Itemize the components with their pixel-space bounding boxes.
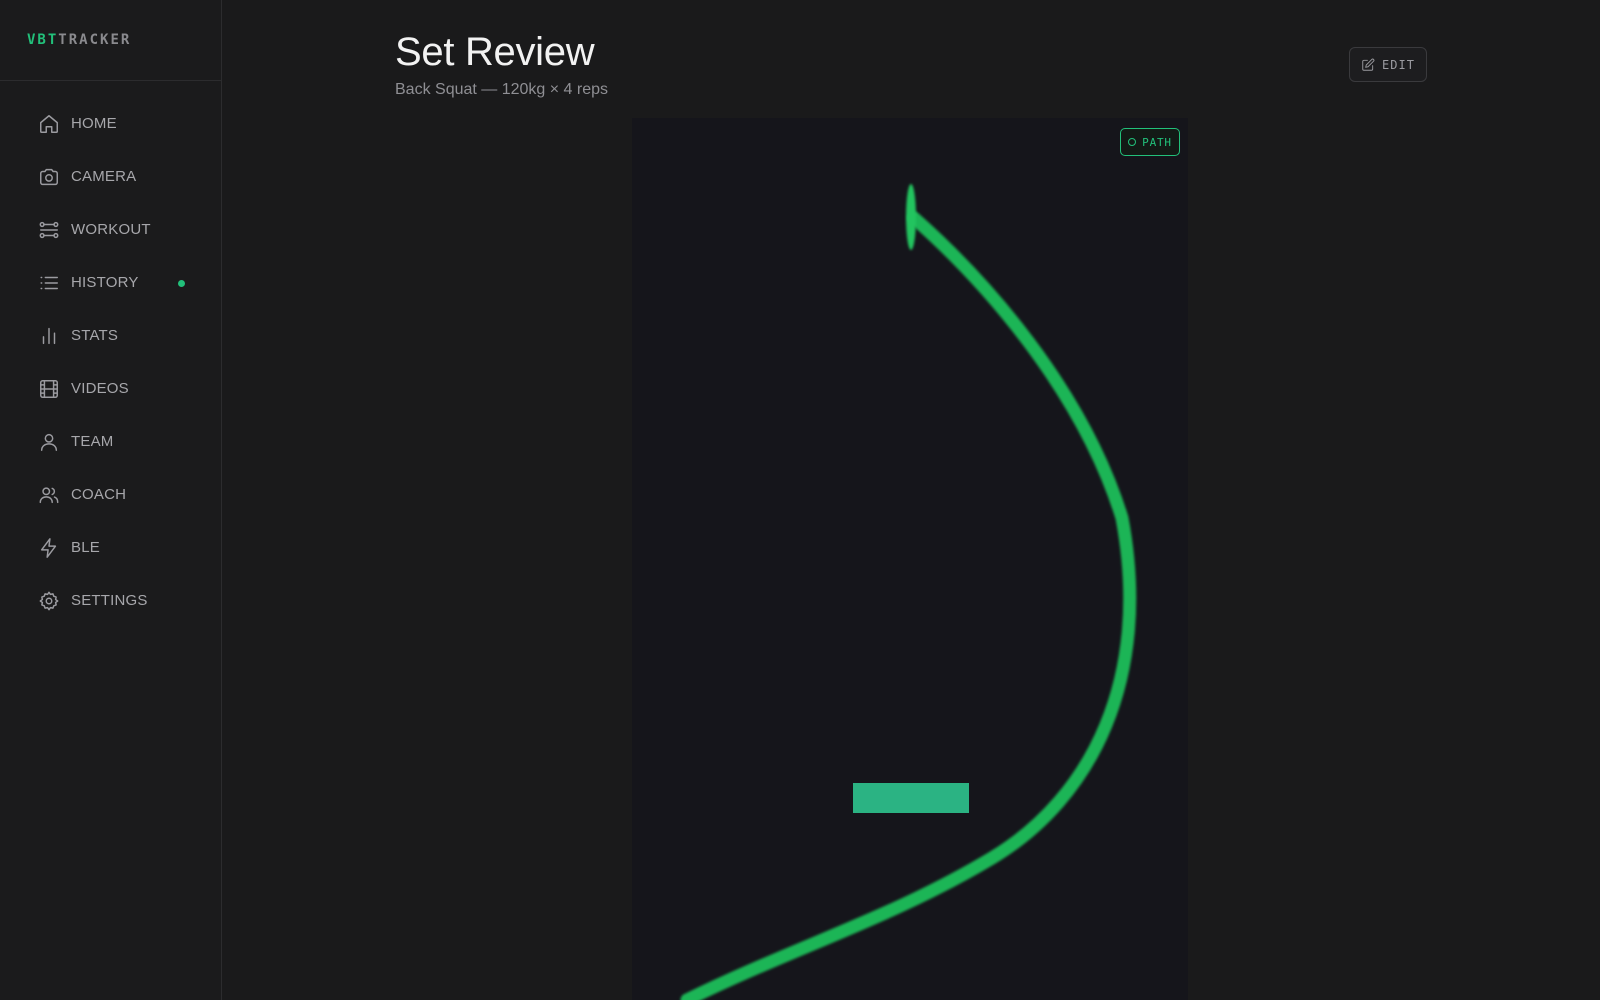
bar-path-viewer[interactable]	[632, 118, 1188, 1000]
edit-icon	[1362, 58, 1375, 71]
bar-path-start-marker	[906, 184, 916, 250]
sidebar-item-videos[interactable]: VIDEOS	[0, 362, 221, 415]
sidebar-nav: HOME CAMERA WORKOUT HISTORY STATS VIDEOS…	[0, 81, 221, 627]
page-title: Set Review	[395, 30, 595, 74]
user-icon	[37, 430, 61, 454]
sidebar-item-label: VIDEOS	[71, 380, 129, 397]
bar-path-trail	[680, 211, 1137, 1000]
users-icon	[37, 483, 61, 507]
sidebar-item-label: STATS	[71, 327, 119, 344]
barbell-marker	[853, 783, 969, 813]
sidebar-item-workout[interactable]: WORKOUT	[0, 203, 221, 256]
edit-button[interactable]: EDIT	[1349, 47, 1427, 82]
circle-icon	[1128, 138, 1137, 146]
sidebar-item-label: SETTINGS	[71, 592, 148, 609]
bar-path-plot	[680, 184, 1137, 1000]
bar-chart-icon	[37, 324, 61, 348]
sidebar-item-camera[interactable]: CAMERA	[0, 150, 221, 203]
edit-button-label: EDIT	[1382, 57, 1415, 72]
sidebar-item-label: CAMERA	[71, 168, 137, 185]
sidebar-item-label: WORKOUT	[71, 221, 151, 238]
sidebar-item-home[interactable]: HOME	[0, 97, 221, 150]
sidebar-item-history[interactable]: HISTORY	[0, 256, 221, 309]
list-icon	[37, 271, 61, 295]
bolt-icon	[37, 536, 61, 560]
app-root: VBT TRACKER HOME CAMERA WORKOUT HISTORY …	[0, 0, 1600, 1000]
path-badge-label: PATH	[1142, 135, 1172, 149]
sidebar-item-coach[interactable]: COACH	[0, 468, 221, 521]
logo-rest: TRACKER	[58, 32, 132, 48]
path-toggle-badge[interactable]: PATH	[1120, 128, 1180, 156]
sidebar-item-label: BLE	[71, 539, 100, 556]
home-icon	[37, 112, 61, 136]
sidebar-item-label: HOME	[71, 115, 117, 132]
film-icon	[37, 377, 61, 401]
sidebar-item-label: HISTORY	[71, 274, 139, 291]
sidebar-item-team[interactable]: TEAM	[0, 415, 221, 468]
sidebar-item-label: COACH	[71, 486, 127, 503]
app-logo[interactable]: VBT TRACKER	[0, 0, 221, 81]
page-subtitle: Back Squat — 120kg × 4 reps	[395, 81, 609, 98]
gear-icon	[37, 589, 61, 613]
camera-icon	[37, 165, 61, 189]
notification-dot	[178, 279, 185, 287]
sidebar-item-ble[interactable]: BLE	[0, 521, 221, 574]
workout-icon	[37, 218, 61, 242]
sidebar-item-stats[interactable]: STATS	[0, 309, 221, 362]
sidebar: VBT TRACKER HOME CAMERA WORKOUT HISTORY …	[0, 0, 222, 1000]
logo-accent: VBT	[27, 32, 59, 48]
sidebar-item-label: TEAM	[71, 433, 114, 450]
sidebar-item-settings[interactable]: SETTINGS	[0, 574, 221, 627]
